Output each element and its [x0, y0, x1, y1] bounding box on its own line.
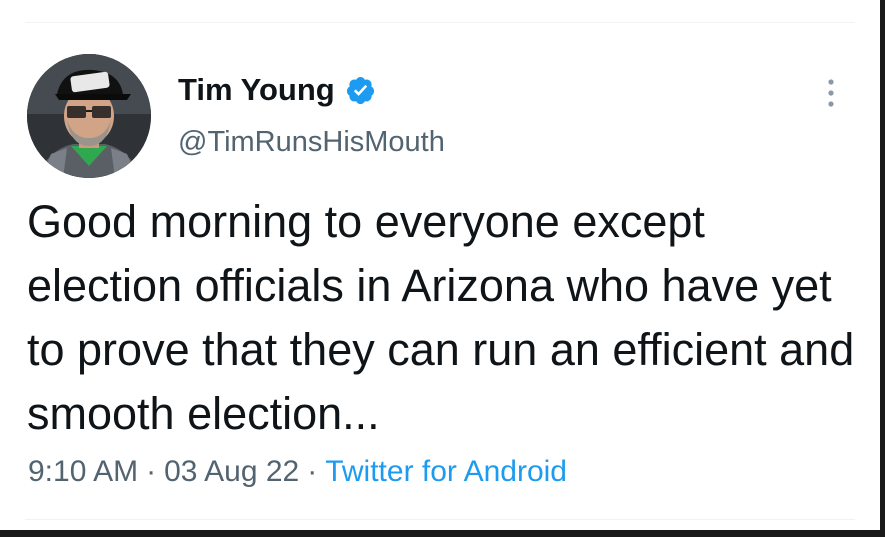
tweet-text: Good morning to everyone except election… [27, 196, 855, 439]
avatar-image [27, 54, 151, 178]
avatar[interactable] [27, 54, 151, 178]
tweet-metadata: 9:10 AM · 03 Aug 22 · Twitter for Android [28, 452, 567, 492]
verified-badge-icon [346, 76, 374, 104]
author-handle[interactable]: @TimRunsHisMouth [178, 124, 445, 160]
tweet-date[interactable]: 03 Aug 22 [164, 455, 299, 488]
meta-separator: · [146, 455, 157, 488]
tweet-source-link[interactable]: Twitter for Android [325, 455, 567, 488]
author-row: Tim Young [178, 70, 376, 110]
author-name[interactable]: Tim Young [178, 70, 335, 110]
top-divider [25, 22, 855, 23]
bottom-divider [25, 519, 855, 520]
tweet-time[interactable]: 9:10 AM [28, 455, 138, 488]
meta-separator: · [307, 455, 318, 488]
more-options-icon[interactable] [816, 76, 846, 110]
tweet-card: Tim Young @TimRunsHisMouth Good morning … [0, 0, 880, 530]
